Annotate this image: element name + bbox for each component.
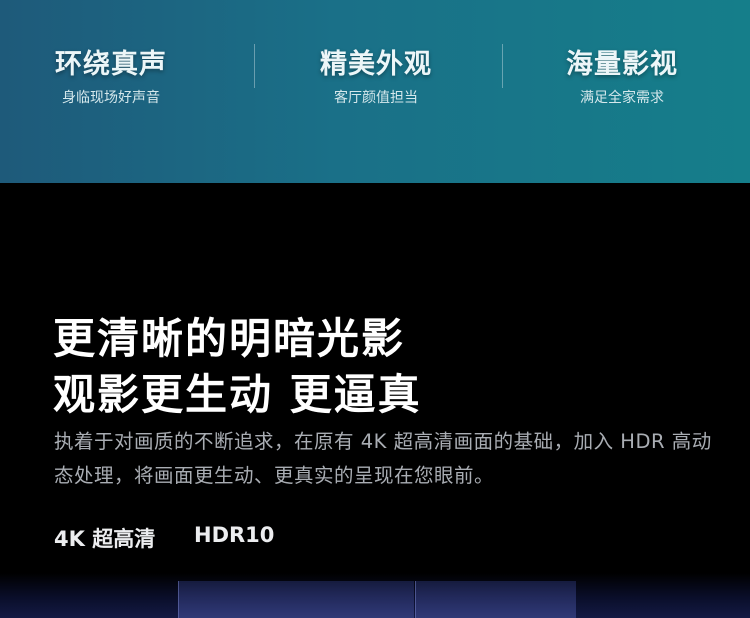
feature-surround-sound: 环绕真声 身临现场好声音 — [55, 42, 167, 107]
feature-content: 海量影视 满足全家需求 — [566, 42, 678, 107]
features-banner: 环绕真声 身临现场好声音 精美外观 客厅颜值担当 海量影视 满足全家需求 — [0, 0, 750, 183]
feature-title: 海量影视 — [566, 49, 678, 80]
tag-4k: 4K 超高清 — [54, 527, 156, 551]
feature-design: 精美外观 客厅颜值担当 — [320, 42, 432, 107]
headline-line-2: 观影更生动 更逼真 — [53, 370, 422, 419]
background-panel — [415, 581, 576, 618]
feature-title: 环绕真声 — [55, 49, 167, 80]
background-panel — [178, 581, 414, 618]
divider — [502, 44, 503, 88]
headline-line-1: 更清晰的明暗光影 — [53, 314, 406, 363]
description-text: 执着于对画质的不断追求，在原有 4K 超高清画面的基础，加入 HDR 高动态处理… — [54, 430, 712, 487]
feature-subtitle: 身临现场好声音 — [62, 90, 160, 106]
feature-title: 精美外观 — [320, 49, 432, 80]
feature-subtitle: 客厅颜值担当 — [334, 90, 418, 106]
tag-hdr10: HDR10 — [194, 523, 275, 547]
divider — [254, 44, 255, 88]
feature-subtitle: 满足全家需求 — [580, 90, 664, 106]
hdr-section: 更清晰的明暗光影 观影更生动 更逼真 执着于对画质的不断追求，在原有 4K 超高… — [0, 183, 750, 618]
